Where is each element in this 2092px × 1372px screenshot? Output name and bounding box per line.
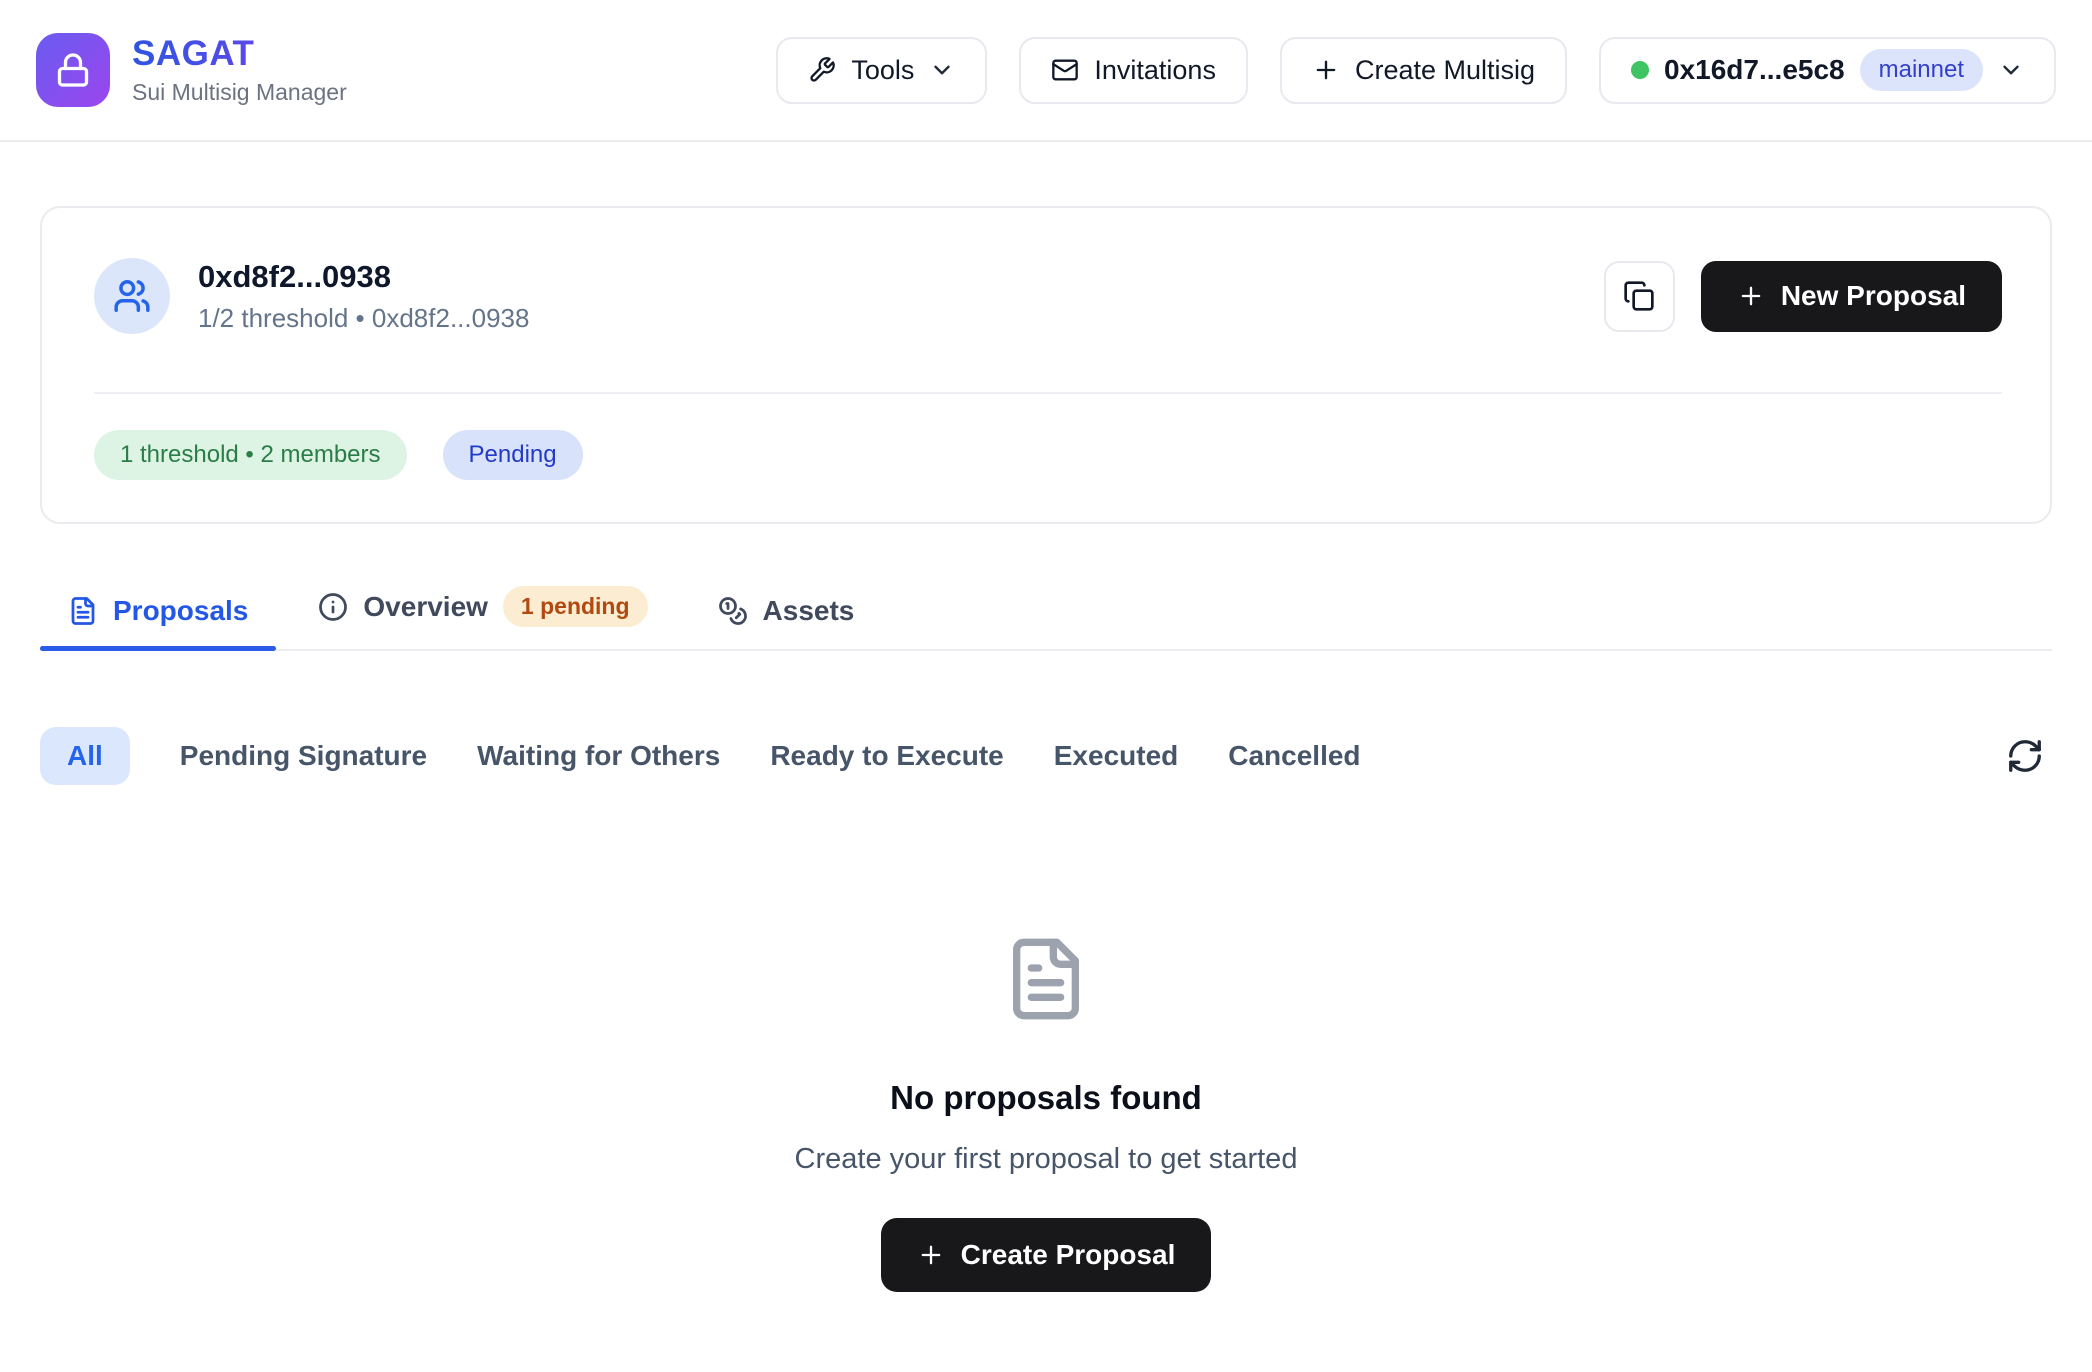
filter-cancelled[interactable]: Cancelled (1228, 727, 1360, 785)
header-actions: Tools Invitations Create Multisig 0x16d7… (776, 37, 2056, 104)
multisig-titles: 0xd8f2...0938 1/2 threshold • 0xd8f2...0… (198, 259, 529, 334)
invitations-label: Invitations (1094, 55, 1216, 86)
status-badge: Pending (443, 430, 583, 480)
app-title: SAGAT (132, 34, 347, 74)
badge-row: 1 threshold • 2 members Pending (94, 430, 2002, 480)
document-icon (1002, 935, 1090, 1023)
multisig-subtitle: 1/2 threshold • 0xd8f2...0938 (198, 303, 529, 334)
create-proposal-label: Create Proposal (961, 1239, 1176, 1271)
copy-address-button[interactable] (1604, 261, 1675, 332)
multisig-card-actions: New Proposal (1604, 261, 2002, 332)
filter-ready-to-execute[interactable]: Ready to Execute (770, 727, 1003, 785)
brand-text: SAGAT Sui Multisig Manager (132, 34, 347, 106)
file-text-icon (68, 596, 98, 626)
copy-icon (1623, 280, 1655, 312)
card-divider (94, 392, 2002, 394)
tab-proposals[interactable]: Proposals (40, 595, 276, 649)
lock-icon (55, 52, 91, 88)
tab-assets[interactable]: Assets (690, 595, 883, 649)
tab-bar: Proposals Overview 1 pending Assets (40, 586, 2052, 651)
info-icon (318, 592, 348, 622)
network-badge: mainnet (1860, 49, 1983, 91)
create-multisig-button[interactable]: Create Multisig (1280, 37, 1567, 104)
empty-state: No proposals found Create your first pro… (40, 935, 2052, 1292)
multisig-avatar (94, 258, 170, 334)
plus-icon (1737, 282, 1765, 310)
chevron-down-icon (929, 57, 955, 83)
invitations-button[interactable]: Invitations (1019, 37, 1248, 104)
tools-button[interactable]: Tools (776, 37, 987, 104)
empty-state-subtitle: Create your first proposal to get starte… (795, 1143, 1298, 1176)
mail-icon (1051, 56, 1079, 84)
tab-overview[interactable]: Overview 1 pending (290, 586, 675, 649)
new-proposal-button[interactable]: New Proposal (1701, 261, 2002, 332)
multisig-card: 0xd8f2...0938 1/2 threshold • 0xd8f2...0… (40, 206, 2052, 524)
members-badge: 1 threshold • 2 members (94, 430, 407, 480)
multisig-address-title: 0xd8f2...0938 (198, 259, 529, 295)
wallet-button[interactable]: 0x16d7...e5c8 mainnet (1599, 37, 2056, 104)
filter-waiting-for-others[interactable]: Waiting for Others (477, 727, 720, 785)
wallet-address: 0x16d7...e5c8 (1664, 54, 1845, 86)
tab-proposals-label: Proposals (113, 595, 248, 627)
filter-pending-signature[interactable]: Pending Signature (180, 727, 427, 785)
users-icon (113, 277, 151, 315)
proposal-filters: All Pending Signature Waiting for Others… (40, 727, 2052, 785)
app-header: SAGAT Sui Multisig Manager Tools Invitat… (0, 0, 2092, 142)
tab-assets-label: Assets (763, 595, 855, 627)
empty-state-title: No proposals found (890, 1079, 1202, 1117)
brand: SAGAT Sui Multisig Manager (36, 33, 347, 107)
pending-count-badge: 1 pending (503, 586, 648, 627)
filter-executed[interactable]: Executed (1054, 727, 1179, 785)
create-proposal-button[interactable]: Create Proposal (881, 1218, 1212, 1292)
filter-all[interactable]: All (40, 727, 130, 785)
refresh-icon (2006, 737, 2044, 775)
chevron-down-icon (1998, 57, 2024, 83)
tab-overview-label: Overview (363, 591, 488, 623)
refresh-button[interactable] (1998, 729, 2052, 783)
coins-icon (718, 596, 748, 626)
new-proposal-label: New Proposal (1781, 280, 1966, 312)
multisig-card-header: 0xd8f2...0938 1/2 threshold • 0xd8f2...0… (94, 258, 2002, 334)
wrench-icon (808, 56, 836, 84)
app-logo (36, 33, 110, 107)
main-content: 0xd8f2...0938 1/2 threshold • 0xd8f2...0… (0, 206, 2092, 1292)
connection-status-dot (1631, 61, 1649, 79)
create-multisig-label: Create Multisig (1355, 55, 1535, 86)
tools-label: Tools (851, 55, 914, 86)
plus-icon (1312, 56, 1340, 84)
plus-icon (917, 1241, 945, 1269)
app-tagline: Sui Multisig Manager (132, 79, 347, 106)
